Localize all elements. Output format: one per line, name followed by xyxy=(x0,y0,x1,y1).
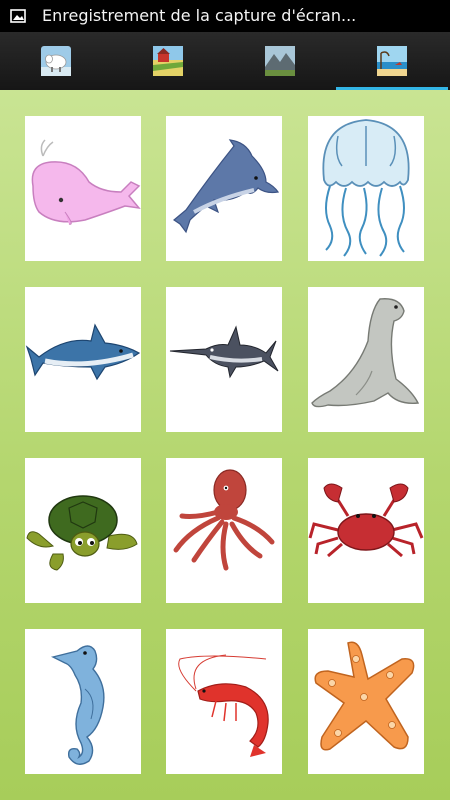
beach-icon xyxy=(377,46,407,76)
jellyfish-icon xyxy=(322,119,410,257)
card-shark[interactable] xyxy=(25,287,141,432)
card-jellyfish[interactable] xyxy=(308,116,424,261)
shrimp-icon xyxy=(178,654,269,757)
sea-lion-icon xyxy=(311,298,420,408)
card-swordfish[interactable] xyxy=(166,287,282,432)
crab-icon xyxy=(308,483,424,558)
seahorse-icon xyxy=(50,645,105,765)
card-octopus[interactable] xyxy=(166,458,282,603)
dolphin-icon xyxy=(172,139,280,234)
card-turtle[interactable] xyxy=(25,458,141,603)
animal-grid xyxy=(0,90,450,800)
card-sea-lion[interactable] xyxy=(308,287,424,432)
tab-beach[interactable] xyxy=(336,32,448,90)
mountain-icon xyxy=(265,46,295,76)
sheep-icon xyxy=(41,46,71,76)
card-whale[interactable] xyxy=(25,116,141,261)
card-crab[interactable] xyxy=(308,458,424,603)
status-bar: Enregistrement de la capture d'écran... xyxy=(0,0,450,32)
tab-mountain[interactable] xyxy=(224,32,336,90)
notification-title: Enregistrement de la capture d'écran... xyxy=(42,6,357,25)
starfish-icon xyxy=(314,641,415,751)
card-seahorse[interactable] xyxy=(25,629,141,774)
card-shrimp[interactable] xyxy=(166,629,282,774)
tab-farm[interactable] xyxy=(112,32,224,90)
screenshot-icon xyxy=(10,9,26,23)
octopus-icon xyxy=(173,469,275,571)
swordfish-icon xyxy=(169,325,279,379)
card-dolphin[interactable] xyxy=(166,116,282,261)
category-tab-bar xyxy=(0,32,450,90)
whale-icon xyxy=(31,139,141,225)
card-starfish[interactable] xyxy=(308,629,424,774)
shark-icon xyxy=(25,323,141,381)
turtle-icon xyxy=(26,495,138,571)
farm-icon xyxy=(153,46,183,76)
tab-sheep[interactable] xyxy=(0,32,112,90)
